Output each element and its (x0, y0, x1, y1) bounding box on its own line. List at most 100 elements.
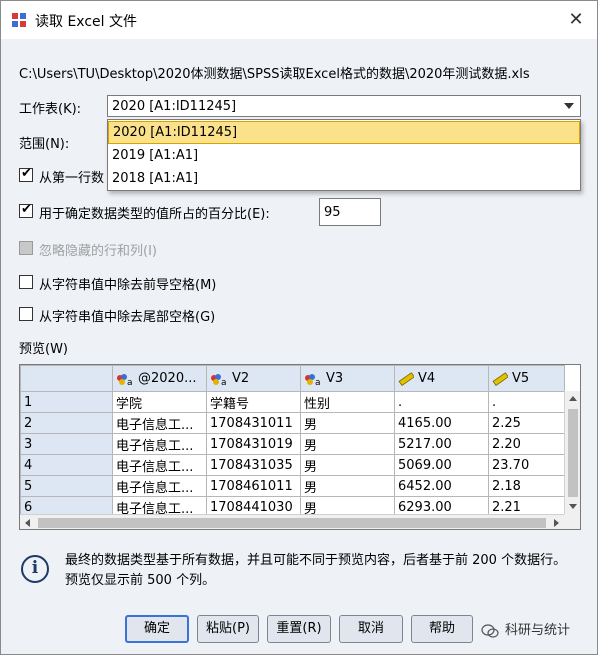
worksheet-label: 工作表(K): (19, 102, 82, 117)
table-cell: 男 (300, 475, 395, 497)
remove-trailing-label: 从字符串值中除去尾部空格(G) (39, 310, 216, 325)
table-cell: 2.25 (488, 412, 565, 434)
table-cell: 学籍号 (206, 391, 301, 413)
table-cell: 1708461011 (206, 475, 301, 497)
worksheet-option[interactable]: 2018 [A1:A1] (108, 168, 580, 191)
svg-text:a: a (127, 378, 133, 386)
row-number: 4 (20, 454, 113, 476)
watermark: 科研与统计 (481, 619, 570, 638)
table-cell: 学院 (112, 391, 207, 413)
table-cell: 男 (300, 454, 395, 476)
remove-trailing-checkbox[interactable] (19, 307, 33, 321)
table-cell: 23.70 (488, 454, 565, 476)
table-row: 2 电子信息工... 1708431011 男 4165.00 2.25 (20, 412, 565, 434)
chevron-down-icon[interactable] (564, 103, 574, 109)
table-cell: 4165.00 (394, 412, 489, 434)
preview-label: 预览(W) (19, 342, 68, 357)
table-cell: 男 (300, 433, 395, 455)
worksheet-select[interactable]: 2020 [A1:ID11245] (107, 95, 581, 117)
window-title: 读取 Excel 文件 (35, 14, 137, 30)
first-row-checkbox[interactable] (19, 166, 33, 182)
row-number: 5 (20, 475, 113, 497)
cancel-button[interactable]: 取消 (339, 615, 403, 643)
column-header-label: V3 (326, 371, 344, 386)
close-icon[interactable]: ✕ (557, 3, 595, 37)
vertical-scrollbar[interactable] (564, 391, 580, 514)
preview-table: a @2020... a V2 a V3 V4 V5 1 学院 学籍号 性别 .… (20, 365, 565, 518)
worksheet-selected-value: 2020 [A1:ID11245] (112, 99, 237, 114)
column-header-label: V2 (232, 371, 250, 386)
table-cell: 电子信息工... (112, 475, 207, 497)
read-excel-dialog: 读取 Excel 文件 ✕ C:\Users\TU\Desktop\2020体测… (0, 0, 598, 655)
row-number: 1 (20, 391, 113, 413)
table-cell: 2.20 (488, 433, 565, 455)
reset-button[interactable]: 重置(R) (267, 615, 331, 643)
ok-button[interactable]: 确定 (125, 615, 189, 643)
table-cell: 1708431035 (206, 454, 301, 476)
table-cell: 电子信息工... (112, 454, 207, 476)
range-label: 范围(N): (19, 137, 70, 152)
table-cell: 2.18 (488, 475, 565, 497)
worksheet-dropdown-list: 2020 [A1:ID11245] 2019 [A1:A1] 2018 [A1:… (107, 119, 581, 191)
spss-app-icon (11, 12, 27, 28)
scale-ruler-icon (492, 371, 508, 386)
scroll-left-icon[interactable] (25, 519, 30, 527)
svg-text:a: a (221, 378, 227, 386)
table-row: 5 电子信息工... 1708461011 男 6452.00 2.18 (20, 475, 565, 497)
title-bar: 读取 Excel 文件 ✕ (1, 1, 597, 39)
percent-value: 95 (324, 205, 341, 220)
remove-leading-checkbox[interactable] (19, 275, 33, 289)
column-header-label: @2020... (138, 371, 197, 386)
table-cell: 5217.00 (394, 433, 489, 455)
worksheet-option[interactable]: 2020 [A1:ID11245] (108, 121, 580, 144)
scroll-thumb[interactable] (568, 409, 578, 497)
table-cell: 5069.00 (394, 454, 489, 476)
file-path: C:\Users\TU\Desktop\2020体测数据\SPSS读取Excel… (19, 67, 530, 82)
table-cell: 男 (300, 412, 395, 434)
table-cell: 性别 (300, 391, 395, 413)
table-cell: 1708431019 (206, 433, 301, 455)
column-header[interactable]: a V2 (206, 365, 301, 392)
row-number: 2 (20, 412, 113, 434)
first-row-label: 从第一行数 (39, 171, 105, 186)
column-header[interactable]: V4 (394, 365, 489, 392)
column-header[interactable]: a @2020... (112, 365, 207, 392)
column-header-label: V4 (418, 371, 436, 386)
scroll-down-icon[interactable] (569, 504, 577, 509)
watermark-text: 科研与统计 (505, 623, 571, 638)
scroll-thumb[interactable] (38, 518, 546, 528)
scroll-right-icon[interactable] (554, 519, 559, 527)
worksheet-option[interactable]: 2019 [A1:A1] (108, 145, 580, 168)
scale-ruler-icon (398, 371, 414, 386)
table-row: 3 电子信息工... 1708431019 男 5217.00 2.20 (20, 433, 565, 455)
table-cell: . (488, 391, 565, 413)
percent-input[interactable]: 95 (319, 198, 381, 226)
ignore-hidden-checkbox (19, 241, 33, 255)
help-button[interactable]: 帮助 (411, 615, 473, 643)
ignore-hidden-label: 忽略隐藏的行和列(I) (39, 244, 157, 259)
horizontal-scrollbar[interactable] (20, 514, 564, 529)
wechat-icon (481, 623, 499, 638)
percent-label: 用于确定数据类型的值所占的百分比(E): (39, 207, 270, 222)
nominal-string-icon: a (117, 373, 133, 386)
table-cell: 电子信息工... (112, 412, 207, 434)
column-header[interactable]: V5 (488, 365, 565, 392)
table-row: 4 电子信息工... 1708431035 男 5069.00 23.70 (20, 454, 565, 476)
row-header-corner (20, 365, 113, 392)
nominal-string-icon: a (211, 373, 227, 386)
table-row: 1 学院 学籍号 性别 . . (20, 391, 565, 413)
scroll-up-icon[interactable] (569, 396, 577, 401)
percent-checkbox[interactable] (19, 202, 33, 218)
svg-text:a: a (315, 378, 321, 386)
nominal-string-icon: a (305, 373, 321, 386)
preview-grid[interactable]: a @2020... a V2 a V3 V4 V5 1 学院 学籍号 性别 .… (19, 364, 581, 530)
row-number: 3 (20, 433, 113, 455)
info-icon: i (21, 555, 49, 583)
remove-leading-label: 从字符串值中除去前导空格(M) (39, 278, 217, 293)
info-message: 最终的数据类型基于所有数据，并且可能不同于预览内容，后者基于前 200 个数据行… (65, 553, 567, 588)
table-cell: . (394, 391, 489, 413)
paste-button[interactable]: 粘贴(P) (197, 615, 259, 643)
table-cell: 电子信息工... (112, 433, 207, 455)
column-header[interactable]: a V3 (300, 365, 395, 392)
column-header-label: V5 (512, 371, 530, 386)
